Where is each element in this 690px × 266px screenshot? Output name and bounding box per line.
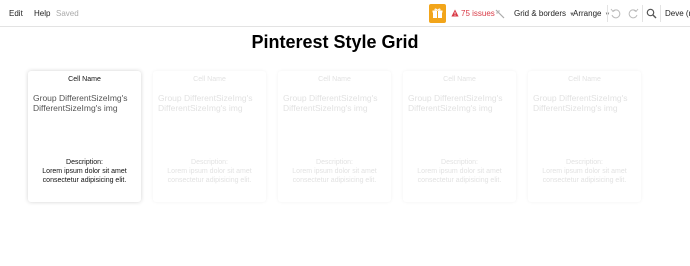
- description-text: Lorem ipsum dolor sit amet consectetur a…: [417, 168, 502, 184]
- undo-icon[interactable]: [610, 8, 621, 19]
- magic-wand-icon[interactable]: [495, 9, 505, 19]
- cell-description: Description: Lorem ipsum dolor sit amet …: [403, 158, 516, 185]
- description-text: Lorem ipsum dolor sit amet consectetur a…: [42, 168, 127, 184]
- cell-name: Cell Name: [193, 76, 226, 83]
- cell-name: Cell Name: [568, 76, 601, 83]
- cell-description: Description: Lorem ipsum dolor sit amet …: [153, 158, 266, 185]
- redo-icon[interactable]: [628, 8, 639, 19]
- cell-description: Description: Lorem ipsum dolor sit amet …: [28, 158, 141, 185]
- group-image-label: Group DifferentSizeImg's DifferentSizeIm…: [283, 93, 378, 113]
- description-label: Description:: [441, 159, 478, 166]
- description-label: Description:: [191, 159, 228, 166]
- edit-menu[interactable]: Edit: [9, 0, 23, 27]
- cell-name: Cell Name: [68, 76, 101, 83]
- cell-description: Description: Lorem ipsum dolor sit amet …: [278, 158, 391, 185]
- grid-cell[interactable]: Cell Name Group DifferentSizeImg's Diffe…: [278, 71, 391, 202]
- arrange-label: Arrange: [573, 9, 602, 18]
- warning-icon: [451, 9, 459, 17]
- description-text: Lorem ipsum dolor sit amet consectetur a…: [292, 168, 377, 184]
- toolbar-divider: [660, 5, 661, 22]
- search-icon[interactable]: [646, 8, 657, 19]
- cell-name: Cell Name: [318, 76, 351, 83]
- page-title: Pinterest Style Grid: [251, 32, 419, 52]
- device-dropdown[interactable]: Deve (re: [665, 0, 690, 27]
- group-image-label: Group DifferentSizeImg's DifferentSizeIm…: [158, 93, 253, 113]
- grid-cell[interactable]: Cell Name Group DifferentSizeImg's Diffe…: [528, 71, 641, 202]
- cell-description: Description: Lorem ipsum dolor sit amet …: [528, 158, 641, 185]
- saved-status: Saved: [56, 9, 79, 18]
- toolbar-divider: [607, 5, 608, 22]
- description-label: Description:: [66, 159, 103, 166]
- description-text: Lorem ipsum dolor sit amet consectetur a…: [542, 168, 627, 184]
- grid-borders-dropdown[interactable]: Grid & borders ▼: [514, 0, 575, 27]
- grid-cell[interactable]: Cell Name Group DifferentSizeImg's Diffe…: [28, 71, 141, 202]
- description-label: Description:: [316, 159, 353, 166]
- gift-button[interactable]: [429, 4, 446, 23]
- description-text: Lorem ipsum dolor sit amet consectetur a…: [167, 168, 252, 184]
- grid-borders-label: Grid & borders: [514, 9, 567, 18]
- help-menu[interactable]: Help: [34, 0, 50, 27]
- group-image-label: Group DifferentSizeImg's DifferentSizeIm…: [533, 93, 628, 113]
- description-label: Description:: [566, 159, 603, 166]
- top-toolbar: Edit Help Saved 75 issues Grid & borders…: [0, 0, 690, 27]
- issues-link[interactable]: 75 issues: [461, 0, 495, 27]
- group-image-label: Group DifferentSizeImg's DifferentSizeIm…: [33, 93, 128, 113]
- gift-icon: [432, 8, 443, 18]
- toolbar-divider: [642, 5, 643, 22]
- grid-cell[interactable]: Cell Name Group DifferentSizeImg's Diffe…: [153, 71, 266, 202]
- group-image-label: Group DifferentSizeImg's DifferentSizeIm…: [408, 93, 503, 113]
- arrange-dropdown[interactable]: Arrange▼: [573, 0, 610, 27]
- cell-name: Cell Name: [443, 76, 476, 83]
- grid-cell[interactable]: Cell Name Group DifferentSizeImg's Diffe…: [403, 71, 516, 202]
